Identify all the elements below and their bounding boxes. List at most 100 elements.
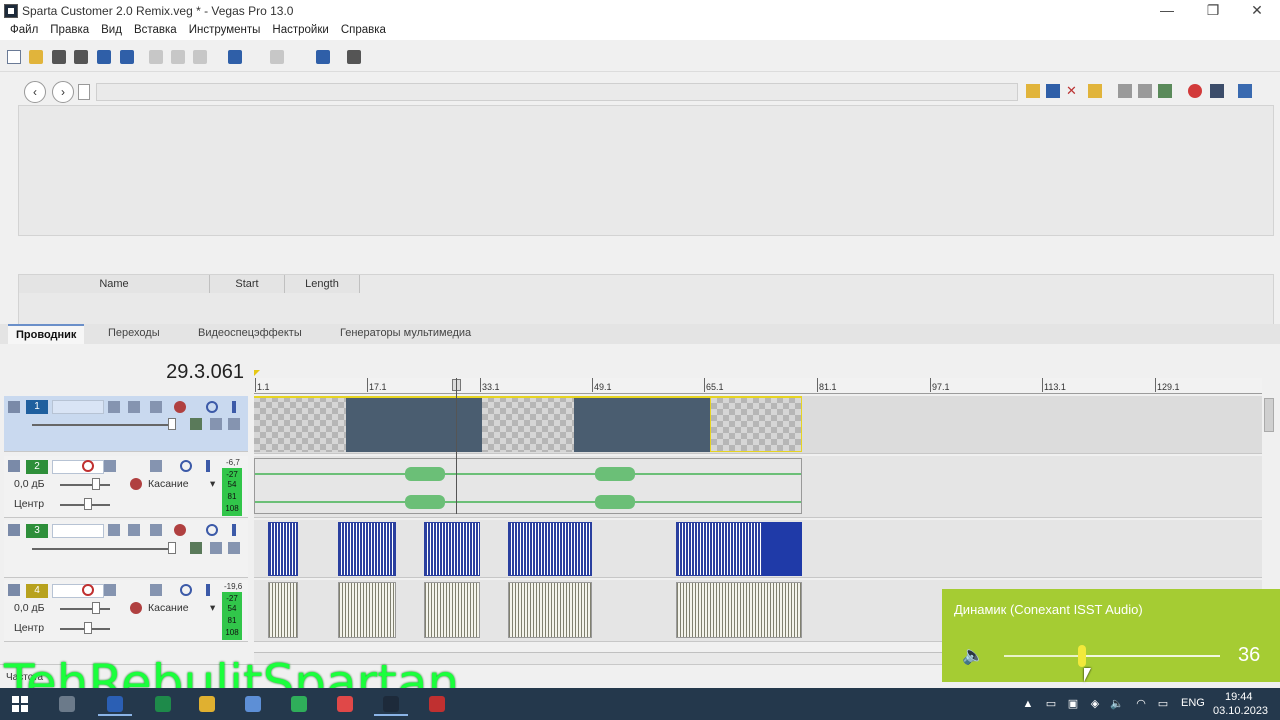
column-start[interactable]: Start	[210, 275, 285, 293]
forward-button[interactable]: ›	[52, 81, 74, 103]
taskbar-app-icon[interactable]	[146, 692, 180, 716]
speaker-icon[interactable]: 🔈	[1110, 697, 1124, 711]
tray-app-icon[interactable]: ▭	[1044, 697, 1058, 711]
loop-region-marker[interactable]	[254, 370, 260, 376]
redo-icon[interactable]	[270, 50, 284, 64]
stop-preview-icon[interactable]	[1138, 84, 1152, 98]
expand-keyframes-icon[interactable]	[150, 524, 162, 536]
invert-phase-icon[interactable]	[104, 460, 116, 472]
restore-button[interactable]: ❐	[1190, 0, 1236, 22]
track-name-field[interactable]	[52, 584, 104, 598]
video-event[interactable]	[508, 522, 592, 576]
new-project-icon[interactable]	[7, 50, 21, 64]
enable-snapping-icon[interactable]	[316, 50, 330, 64]
video-event[interactable]	[482, 396, 574, 452]
cut-icon[interactable]	[149, 50, 163, 64]
back-button[interactable]: ‹	[24, 81, 46, 103]
chevron-down-icon[interactable]: ▾	[210, 478, 215, 490]
open-folder-icon[interactable]	[29, 50, 43, 64]
track-expand-icon[interactable]	[8, 460, 20, 472]
copy-icon[interactable]	[171, 50, 185, 64]
properties-icon[interactable]	[120, 50, 134, 64]
get-media-icon[interactable]	[1188, 84, 1202, 98]
audio-event[interactable]	[338, 582, 396, 638]
compositing-icon[interactable]	[108, 401, 120, 413]
new-folder-icon[interactable]	[1088, 84, 1102, 98]
undo-icon[interactable]	[228, 50, 242, 64]
tab-media-generators[interactable]: Генераторы мультимедиа	[332, 324, 479, 344]
tab-explorer[interactable]: Проводник	[8, 324, 85, 344]
vertical-scrollbar-thumb[interactable]	[1264, 398, 1274, 432]
track-lane-2[interactable]	[254, 456, 1262, 518]
solo-icon[interactable]	[206, 460, 210, 472]
video-event[interactable]	[254, 396, 346, 452]
taskbar-app-icon[interactable]	[328, 692, 362, 716]
track-header-1[interactable]: 1	[4, 396, 248, 452]
solo-icon[interactable]	[232, 401, 236, 413]
volume-slider-thumb[interactable]	[1077, 645, 1086, 667]
wifi-icon[interactable]: ◠	[1134, 697, 1148, 711]
track-fx-icon[interactable]	[130, 602, 142, 614]
menu-file[interactable]: Файл	[4, 22, 44, 40]
track-lane-1[interactable]	[254, 396, 1262, 454]
auto-preview-icon[interactable]	[1158, 84, 1172, 98]
track-fx-icon[interactable]	[130, 478, 142, 490]
track-expand-icon[interactable]	[8, 524, 20, 536]
language-indicator[interactable]: ENG	[1181, 697, 1205, 709]
video-event[interactable]	[424, 522, 480, 576]
level-slider[interactable]	[168, 418, 176, 430]
solo-icon[interactable]	[206, 584, 210, 596]
save-as-icon[interactable]	[74, 50, 88, 64]
expand-keyframes-icon[interactable]	[150, 460, 162, 472]
menu-view[interactable]: Вид	[95, 22, 128, 40]
compositing-icon[interactable]	[108, 524, 120, 536]
menu-options[interactable]: Настройки	[266, 22, 334, 40]
automation-mode[interactable]: Касание	[148, 602, 189, 614]
mute-icon[interactable]	[180, 584, 192, 596]
motion-icon[interactable]	[128, 401, 140, 413]
make-child-icon[interactable]	[210, 542, 222, 554]
clock-time[interactable]: 19:44	[1225, 691, 1253, 703]
track-name-field[interactable]	[52, 524, 104, 538]
timeline-ruler[interactable]: 1.1 17.1 33.1 49.1 65.1 81.1 97.1 113.1 …	[254, 378, 1262, 394]
chevron-down-icon[interactable]: ▾	[210, 602, 215, 614]
tab-video-fx[interactable]: Видеоспецэффекты	[190, 324, 310, 344]
tab-transitions[interactable]: Переходы	[100, 324, 168, 344]
chevron-up-icon[interactable]: ▲	[1021, 697, 1035, 711]
expand-keyframes-icon[interactable]	[150, 584, 162, 596]
minimize-button[interactable]: —	[1144, 0, 1190, 22]
track-fx-icon[interactable]	[174, 524, 186, 536]
column-length[interactable]: Length	[285, 275, 360, 293]
what-is-this-icon[interactable]	[347, 50, 361, 64]
track-expand-icon[interactable]	[8, 584, 20, 596]
mute-icon[interactable]	[180, 460, 192, 472]
pan-slider[interactable]	[84, 498, 92, 510]
arm-record-icon[interactable]	[82, 584, 94, 596]
vegas-pro-taskbar-icon[interactable]	[374, 692, 408, 716]
invert-phase-icon[interactable]	[104, 584, 116, 596]
parent-compositing-icon[interactable]	[190, 418, 202, 430]
refresh-icon[interactable]	[1046, 84, 1060, 98]
start-preview-icon[interactable]	[1118, 84, 1132, 98]
motion-icon[interactable]	[128, 524, 140, 536]
save-icon[interactable]	[52, 50, 66, 64]
mute-icon[interactable]	[206, 524, 218, 536]
tray-app-icon[interactable]: ▣	[1066, 697, 1080, 711]
video-event[interactable]	[710, 396, 802, 452]
audio-event[interactable]	[424, 582, 480, 638]
video-event[interactable]	[338, 522, 396, 576]
close-button[interactable]: ✕	[1234, 0, 1280, 22]
shield-icon[interactable]: ◈	[1088, 697, 1102, 711]
menu-help[interactable]: Справка	[335, 22, 392, 40]
speaker-icon[interactable]: 🔈	[962, 645, 984, 666]
explorer-file-area[interactable]	[18, 105, 1274, 236]
track-name-field[interactable]	[52, 400, 104, 414]
search-icon[interactable]	[50, 692, 84, 716]
track-header-4[interactable]: 4 -19,6 0,0 дБ Касание ▾ Центр -27 54 81…	[4, 580, 248, 642]
arm-record-icon[interactable]	[82, 460, 94, 472]
battery-icon[interactable]: ▭	[1156, 697, 1170, 711]
taskbar-app-icon[interactable]	[420, 692, 454, 716]
taskbar-app-icon[interactable]	[282, 692, 316, 716]
video-event[interactable]	[268, 522, 298, 576]
audio-device-name[interactable]: Динамик (Conexant ISST Audio)	[954, 602, 1143, 617]
